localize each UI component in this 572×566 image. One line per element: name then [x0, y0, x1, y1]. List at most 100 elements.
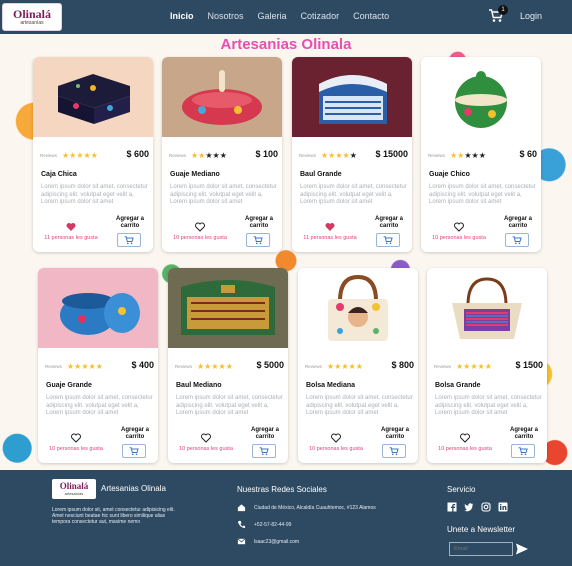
add-to-cart-label: Agregar a carrito	[509, 427, 538, 440]
footer: Olinalá artesanías Artesanias Olinala Lo…	[0, 470, 572, 566]
add-to-cart-button[interactable]	[505, 233, 529, 247]
cart-plus-icon	[124, 235, 134, 244]
logo-word: Olinalá	[12, 7, 51, 21]
email-row: lsaac23@gmail.com	[237, 537, 299, 546]
reviews-label: Reviews	[175, 364, 193, 369]
newsletter-email-input[interactable]	[449, 542, 513, 556]
reviews-label: Reviews	[40, 153, 58, 158]
product-price: $ 800	[391, 360, 414, 370]
footer-service-title: Servicio	[447, 485, 476, 494]
product-image[interactable]	[38, 268, 158, 348]
star-empty-icon: ★	[464, 151, 472, 160]
star-filled-icon: ★	[211, 362, 219, 371]
heart-outline-icon[interactable]	[331, 433, 341, 443]
product-price: $ 15000	[375, 149, 408, 159]
footer-logo[interactable]: Olinalá artesanías	[52, 479, 96, 499]
nav-link-galeria[interactable]: Galeria	[258, 11, 287, 21]
star-filled-icon: ★	[76, 151, 84, 160]
gourd-image	[182, 70, 262, 125]
reviews-label: Reviews	[434, 364, 452, 369]
product-name: Baul Mediano	[176, 382, 222, 389]
site-logo[interactable]: Olinalá artesanías	[2, 3, 62, 31]
nav-link-nosotros[interactable]: Nosotros	[208, 11, 244, 21]
add-to-cart-button[interactable]	[252, 444, 276, 458]
logo-subtitle: artesanías	[64, 491, 84, 496]
star-filled-icon: ★	[484, 362, 492, 371]
star-filled-icon: ★	[81, 362, 89, 371]
heart-outline-icon[interactable]	[71, 433, 81, 443]
heart-outline-icon[interactable]	[195, 222, 205, 232]
phone-row: +52-57-82-44-99	[237, 520, 291, 529]
star-empty-icon: ★	[478, 151, 486, 160]
add-to-cart-button[interactable]	[511, 444, 535, 458]
add-to-cart-button[interactable]	[117, 233, 141, 247]
chest-image	[319, 75, 387, 124]
footer-social-title: Nuestras Redes Sociales	[237, 485, 327, 494]
product-name: Bolsa Grande	[435, 382, 481, 389]
likes-count: 10 personas les gusta	[432, 235, 486, 241]
rating-stars: ★★★★★	[456, 362, 492, 371]
product-card: Reviews ★★★★★ $ 1500 Bolsa Grande Lorem …	[427, 268, 547, 463]
star-filled-icon: ★	[88, 362, 96, 371]
reviews-label: Reviews	[428, 153, 446, 158]
product-image[interactable]	[292, 57, 412, 137]
facebook-icon[interactable]	[447, 502, 457, 512]
product-name: Bolsa Mediana	[306, 382, 356, 389]
product-name: Guaje Grande	[46, 382, 92, 389]
cart-plus-icon	[518, 446, 528, 455]
heart-outline-icon[interactable]	[454, 222, 464, 232]
instagram-icon[interactable]	[481, 502, 491, 512]
product-image[interactable]	[33, 57, 153, 137]
product-description: Lorem ipsum dolor sit amet, consectetur …	[46, 395, 153, 416]
chest-image	[181, 280, 275, 335]
product-name: Baul Grande	[300, 171, 342, 178]
product-card: Reviews ★★★★★ $ 800 Bolsa Mediana Lorem …	[298, 268, 418, 463]
product-description: Lorem ipsum dolor sit amet, consectetur …	[41, 184, 148, 205]
likes-count: 10 personas les gusta	[173, 235, 227, 241]
product-description: Lorem ipsum dolor sit amet, consectetur …	[300, 184, 407, 205]
footer-about-text: Lorem ipsum dolor sit, amet consectetur …	[52, 507, 175, 525]
product-image[interactable]	[168, 268, 288, 348]
twitter-icon[interactable]	[464, 502, 474, 512]
add-to-cart-label: Agregar a carrito	[374, 216, 403, 229]
heart-outline-icon[interactable]	[201, 433, 211, 443]
product-price: $ 1500	[515, 360, 543, 370]
product-image[interactable]	[427, 268, 547, 348]
product-price: $ 100	[255, 149, 278, 159]
bag-image	[328, 274, 388, 341]
footer-phone: +52-57-82-44-99	[254, 521, 292, 528]
cart-plus-icon	[129, 446, 139, 455]
product-price: $ 60	[519, 149, 537, 159]
send-icon[interactable]	[515, 542, 529, 556]
product-image[interactable]	[298, 268, 418, 348]
navbar: Olinalá artesanías Inicio Nosotros Galer…	[0, 0, 572, 34]
likes-count: 10 personas les gusta	[309, 446, 363, 452]
cart-plus-icon	[253, 235, 263, 244]
add-to-cart-button[interactable]	[382, 444, 406, 458]
cart-count-badge: 1	[498, 5, 508, 15]
login-link[interactable]: Login	[520, 11, 542, 21]
linkedin-icon[interactable]	[498, 502, 508, 512]
bag-image	[452, 277, 522, 339]
nav-link-inicio[interactable]: Inicio	[170, 11, 194, 21]
phone-icon	[237, 520, 246, 529]
mail-icon	[237, 538, 246, 545]
heart-outline-icon[interactable]	[460, 433, 470, 443]
likes-count: 11 personas les gusta	[303, 235, 357, 241]
product-card: Reviews ★★★★★ $ 100 Guaje Mediano Lorem …	[162, 57, 282, 252]
star-filled-icon: ★	[348, 362, 356, 371]
heart-filled-icon[interactable]	[325, 222, 335, 232]
nav-link-cotizador[interactable]: Cotizador	[301, 11, 340, 21]
add-to-cart-button[interactable]	[122, 444, 146, 458]
product-image[interactable]	[421, 57, 541, 137]
product-price: $ 5000	[256, 360, 284, 370]
product-price: $ 400	[131, 360, 154, 370]
product-image[interactable]	[162, 57, 282, 137]
heart-filled-icon[interactable]	[66, 222, 76, 232]
add-to-cart-button[interactable]	[376, 233, 400, 247]
add-to-cart-button[interactable]	[246, 233, 270, 247]
product-description: Lorem ipsum dolor sit amet, consectetur …	[306, 395, 413, 416]
nav-link-contacto[interactable]: Contacto	[353, 11, 389, 21]
newsletter-title: Unete a Newsletter	[447, 525, 516, 534]
star-filled-icon: ★	[342, 151, 350, 160]
